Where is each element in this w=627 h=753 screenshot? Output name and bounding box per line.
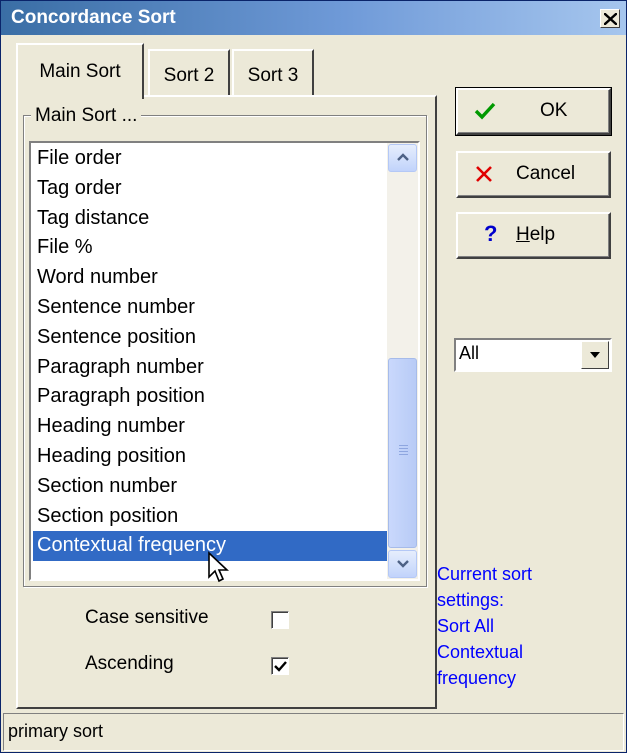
question-icon: ?	[484, 221, 498, 246]
grip-line	[399, 454, 408, 455]
sort-info-line: frequency	[437, 668, 517, 688]
list-item[interactable]: Sentence position	[33, 323, 387, 353]
ascending-checkbox[interactable]	[271, 657, 289, 675]
grip-line	[399, 445, 408, 446]
list-item[interactable]: File order	[33, 144, 387, 174]
ok-label: OK	[540, 100, 568, 121]
list-item[interactable]: Tag order	[33, 174, 387, 204]
list-items: File order Tag order Tag distance File % Wor…	[33, 144, 387, 562]
grip-line	[399, 448, 408, 449]
scroll-up-button[interactable]	[388, 144, 417, 172]
cancel-button[interactable]: Cancel	[456, 151, 611, 198]
checkmark-icon	[274, 661, 287, 672]
case-sensitive-label: Case sensitive	[85, 607, 209, 628]
tab-label: Sort 2	[163, 65, 215, 86]
tab-sort-2[interactable]: Sort 2	[148, 49, 230, 95]
window-title: Concordance Sort	[11, 7, 176, 28]
case-sensitive-checkbox[interactable]	[271, 611, 289, 629]
ascending-label: Ascending	[85, 653, 174, 674]
list-item[interactable]: Word number	[33, 263, 387, 293]
dropdown-arrow-button[interactable]	[581, 341, 609, 369]
scroll-thumb[interactable]	[388, 358, 417, 548]
tab-label: Main Sort	[39, 61, 121, 82]
list-item[interactable]: Paragraph number	[33, 353, 387, 383]
mouse-cursor-icon	[208, 551, 230, 583]
concordance-sort-dialog: Concordance Sort Main Sort Sort 2 Sort 3…	[0, 0, 627, 753]
chevron-down-icon	[397, 560, 409, 568]
chevron-up-icon	[397, 153, 409, 161]
close-icon	[604, 13, 617, 25]
status-bar: primary sort	[3, 713, 624, 751]
dropdown-value: All	[459, 343, 480, 363]
title-bar[interactable]: Concordance Sort	[1, 1, 626, 35]
checkmark-icon	[474, 102, 496, 120]
sort-info-line: Current sort	[437, 564, 533, 584]
list-item[interactable]: Tag distance	[33, 204, 387, 234]
sort-info-line: Contextual	[437, 642, 524, 662]
sort-scope-dropdown[interactable]: All	[454, 338, 612, 372]
scroll-down-button[interactable]	[388, 550, 417, 578]
sort-info-line: settings:	[437, 590, 505, 610]
list-item[interactable]: Section position	[33, 502, 387, 532]
ok-button[interactable]: OK	[455, 87, 612, 136]
cancel-label: Cancel	[516, 163, 576, 184]
chevron-down-icon	[590, 352, 600, 358]
list-item[interactable]: Sentence number	[33, 293, 387, 323]
list-item[interactable]: File %	[33, 233, 387, 263]
help-button[interactable]: ? Help	[456, 212, 611, 259]
help-rest: elp	[529, 224, 556, 245]
list-item[interactable]: Section number	[33, 472, 387, 502]
grip-line	[399, 451, 408, 452]
tab-main-sort[interactable]: Main Sort	[16, 43, 144, 99]
help-accelerator: H	[516, 224, 530, 245]
current-sort-settings: Current sort settings: Sort All Contextual f…	[437, 561, 617, 691]
sort-info-line: Sort All	[437, 616, 495, 636]
groupbox-label: Main Sort ...	[31, 105, 142, 127]
list-item[interactable]: Heading number	[33, 412, 387, 442]
tab-sort-3[interactable]: Sort 3	[232, 49, 314, 95]
list-item[interactable]: Paragraph position	[33, 382, 387, 412]
sort-field-listbox[interactable]: File order Tag order Tag distance File % Wor…	[29, 141, 420, 581]
listbox-scrollbar[interactable]	[387, 143, 418, 579]
tab-label: Sort 3	[247, 65, 299, 86]
close-button[interactable]	[600, 9, 620, 28]
help-label: Help	[516, 224, 555, 246]
x-icon	[476, 166, 492, 182]
list-item[interactable]: Heading position	[33, 442, 387, 472]
